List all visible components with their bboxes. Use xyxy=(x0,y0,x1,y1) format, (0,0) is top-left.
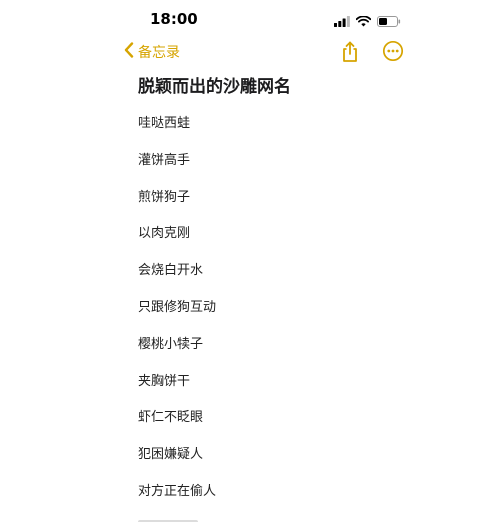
truncated-line xyxy=(138,514,198,522)
list-item[interactable]: 以肉克刚 xyxy=(138,223,216,260)
share-icon xyxy=(340,41,360,68)
list-item[interactable]: 犯困嫌疑人 xyxy=(138,444,216,481)
note-title[interactable]: 脱颖而出的沙雕网名 xyxy=(138,72,291,97)
list-item[interactable]: 夹胸饼干 xyxy=(138,371,216,408)
status-time: 18:00 xyxy=(150,10,198,28)
share-button[interactable] xyxy=(340,40,360,68)
back-button[interactable]: 备忘录 xyxy=(124,42,180,62)
list-item[interactable]: 哇哒西蛙 xyxy=(138,113,216,150)
wifi-icon xyxy=(355,12,372,31)
list-item[interactable]: 会烧白开水 xyxy=(138,260,216,297)
chevron-left-icon xyxy=(124,42,134,62)
battery-icon xyxy=(377,12,401,31)
more-button[interactable] xyxy=(382,40,404,66)
list-item[interactable]: 煎饼狗子 xyxy=(138,187,216,224)
cellular-signal-icon xyxy=(334,12,350,31)
status-bar: 18:00 xyxy=(0,0,500,40)
status-icons xyxy=(334,12,401,31)
more-icon xyxy=(382,40,404,66)
list-item[interactable]: 灌饼高手 xyxy=(138,150,216,187)
list-item[interactable]: 只跟修狗互动 xyxy=(138,297,216,334)
list-item[interactable]: 虾仁不眨眼 xyxy=(138,407,216,444)
back-label: 备忘录 xyxy=(138,45,180,61)
list-item[interactable]: 对方正在偷人 xyxy=(138,481,216,518)
nav-bar: 备忘录 xyxy=(0,38,500,68)
note-list: 哇哒西蛙 灌饼高手 煎饼狗子 以肉克刚 会烧白开水 只跟修狗互动 樱桃小犊子 夹… xyxy=(138,113,216,518)
list-item[interactable]: 樱桃小犊子 xyxy=(138,334,216,371)
